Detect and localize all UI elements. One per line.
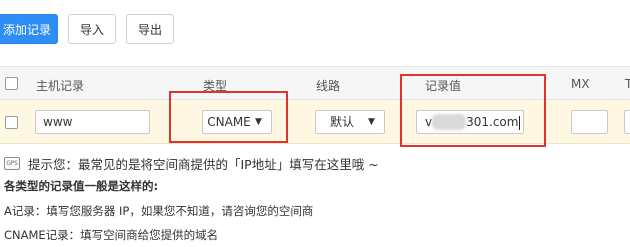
select-all-checkbox[interactable] — [5, 77, 18, 90]
type-select[interactable]: CNAME ▼ — [202, 110, 272, 134]
import-button[interactable]: 导入 — [68, 14, 116, 44]
add-record-button[interactable]: 添加记录 — [0, 14, 58, 44]
hint-line: GPS 提示您：最常见的是将空间商提供的「IP地址」填写在这里哦 ~ — [4, 154, 379, 173]
dns-record-editor: 添加记录 导入 导出 主机记录 类型 线路 记录值 MX T www CNAME… — [0, 0, 630, 247]
column-ttl: T — [625, 77, 630, 91]
caret-down-icon: ▼ — [368, 117, 375, 127]
host-record-value: www — [43, 115, 73, 129]
hint-text: 提示您：最常见的是将空间商提供的「IP地址」填写在这里哦 ~ — [28, 157, 379, 172]
record-value-suffix: 301.com — [466, 115, 519, 129]
redacted-blur — [432, 113, 467, 130]
caret-down-icon: ▼ — [255, 117, 262, 127]
a-record-note: A记录：填写您服务器 IP，如果您不知道，请咨询您的空间商 — [4, 204, 314, 218]
row-checkbox[interactable] — [5, 116, 18, 129]
table-header: 主机记录 类型 线路 记录值 MX T — [0, 66, 630, 100]
table-row: www CNAME ▼ 默认 ▼ v 301.com — [0, 100, 630, 144]
column-mx: MX — [571, 77, 590, 91]
type-select-value: CNAME — [207, 115, 251, 129]
host-record-input[interactable]: www — [35, 110, 150, 134]
cname-record-note: CNAME记录：填写空间商给您提供的域名 — [4, 228, 219, 242]
ttl-input[interactable] — [624, 110, 630, 134]
record-types-heading: 各类型的记录值一般是这样的: — [4, 179, 159, 193]
column-line: 线路 — [316, 79, 341, 93]
column-type: 类型 — [203, 79, 228, 93]
line-select[interactable]: 默认 ▼ — [315, 110, 385, 134]
column-host: 主机记录 — [36, 79, 85, 93]
text-cursor — [519, 115, 521, 130]
mx-input[interactable] — [571, 110, 608, 134]
column-value: 记录值 — [425, 79, 462, 93]
export-button[interactable]: 导出 — [126, 14, 174, 44]
record-value-input[interactable]: v 301.com — [416, 110, 524, 134]
gps-icon: GPS — [4, 157, 20, 170]
line-select-value: 默认 — [329, 115, 354, 129]
record-value-prefix: v — [425, 115, 433, 129]
